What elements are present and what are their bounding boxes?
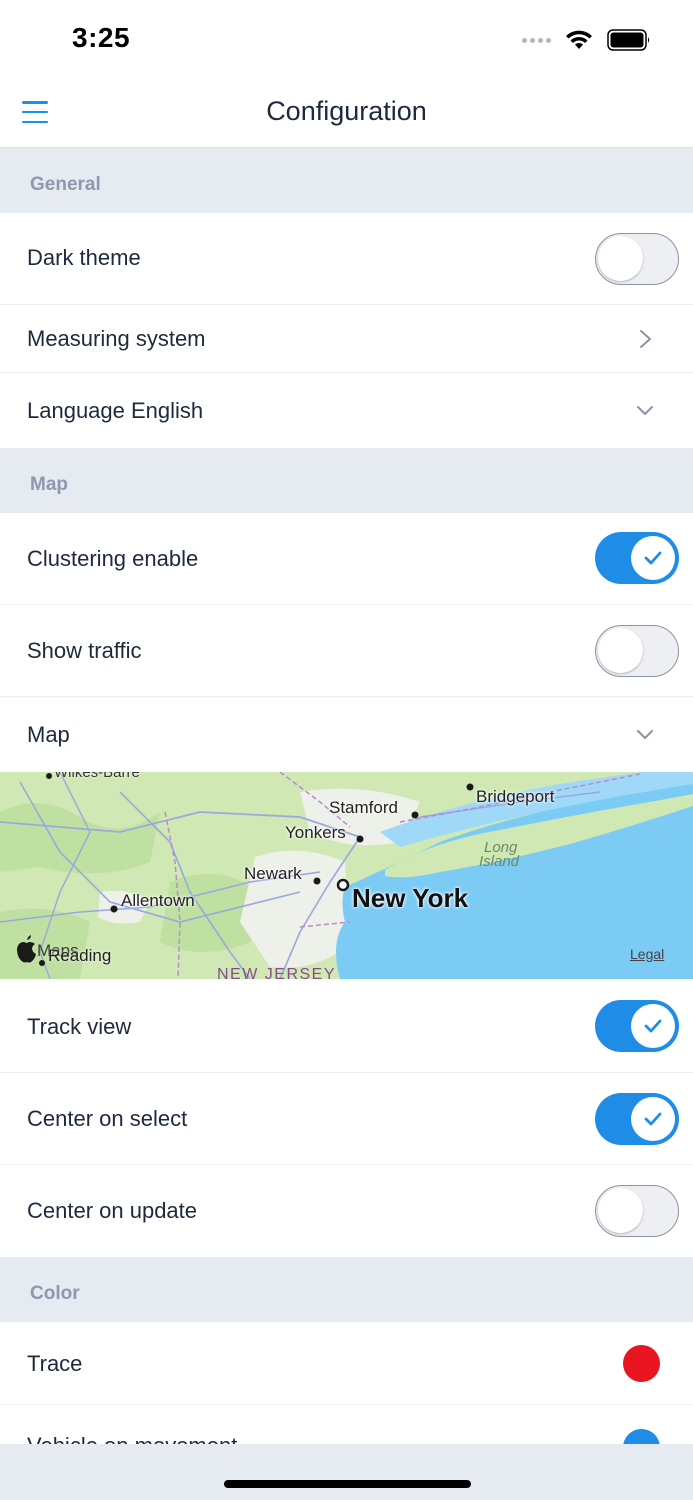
map-label-reading: Reading bbox=[48, 946, 112, 965]
map-label-stamford: Stamford bbox=[329, 798, 398, 817]
center-on-select-toggle[interactable] bbox=[595, 1093, 679, 1145]
setting-row-center-on-update: Center on update bbox=[0, 1165, 693, 1257]
setting-row-center-on-select: Center on select bbox=[0, 1073, 693, 1165]
map-preview[interactable]: Wilkes-Barre Stamford Bridgeport Yonkers… bbox=[0, 772, 693, 979]
home-indicator-area bbox=[0, 1444, 693, 1500]
section-header-map: Map bbox=[0, 448, 693, 513]
show-traffic-toggle[interactable] bbox=[595, 625, 679, 677]
checkmark-icon bbox=[644, 551, 662, 565]
clustering-toggle[interactable] bbox=[595, 532, 679, 584]
map-label-yonkers: Yonkers bbox=[285, 823, 346, 842]
setting-label: Track view bbox=[27, 1014, 132, 1039]
checkmark-icon bbox=[644, 1019, 662, 1033]
track-view-toggle[interactable] bbox=[595, 1000, 679, 1052]
setting-label: Language English bbox=[27, 398, 204, 423]
trace-color-swatch[interactable] bbox=[623, 1345, 660, 1382]
wifi-icon bbox=[566, 30, 592, 49]
dark-theme-toggle[interactable] bbox=[595, 233, 679, 285]
map-label-long-island-2: Island bbox=[479, 853, 520, 870]
setting-row-language[interactable]: Language English bbox=[0, 373, 693, 448]
section-label: General bbox=[30, 174, 101, 195]
setting-label: Center on update bbox=[27, 1198, 198, 1223]
cellular-signal-icon bbox=[522, 37, 551, 43]
status-time: 3:25 bbox=[72, 22, 131, 53]
section-header-general: General bbox=[0, 148, 693, 213]
map-label-new-york: New York bbox=[352, 883, 469, 913]
setting-row-track-view: Track view bbox=[0, 979, 693, 1073]
battery-icon bbox=[607, 29, 650, 51]
map-legal-link[interactable]: Legal bbox=[630, 946, 664, 962]
setting-label: Clustering enable bbox=[27, 546, 199, 571]
checkmark-icon bbox=[644, 1112, 662, 1126]
section-label: Color bbox=[30, 1283, 80, 1304]
setting-label: Measuring system bbox=[27, 326, 206, 351]
setting-row-clustering: Clustering enable bbox=[0, 513, 693, 605]
map-label-bridgeport: Bridgeport bbox=[476, 787, 555, 806]
setting-row-dark-theme: Dark theme bbox=[0, 213, 693, 305]
setting-label: Center on select bbox=[27, 1106, 188, 1131]
map-label-top-city: Wilkes-Barre bbox=[54, 772, 140, 781]
map-label-newark: Newark bbox=[244, 864, 302, 883]
setting-label: Trace bbox=[27, 1351, 83, 1376]
home-indicator[interactable] bbox=[224, 1480, 471, 1488]
setting-row-trace-color[interactable]: Trace bbox=[0, 1322, 693, 1405]
chevron-down-icon bbox=[637, 730, 653, 739]
setting-row-map[interactable]: Map bbox=[0, 697, 693, 772]
setting-label: Dark theme bbox=[27, 245, 141, 270]
map-label-allentown: Allentown bbox=[121, 891, 195, 910]
app-header: Configuration bbox=[0, 76, 693, 148]
chevron-down-icon bbox=[637, 406, 653, 415]
setting-label: Show traffic bbox=[27, 638, 142, 663]
status-indicators bbox=[522, 26, 651, 54]
page-title: Configuration bbox=[266, 96, 427, 126]
chevron-right-icon bbox=[640, 330, 651, 348]
center-on-update-toggle[interactable] bbox=[595, 1185, 679, 1237]
section-header-color: Color bbox=[0, 1257, 693, 1322]
map-label-new-jersey: NEW JERSEY bbox=[217, 966, 337, 979]
setting-label: Map bbox=[27, 722, 70, 747]
status-bar: 3:25 bbox=[0, 0, 693, 76]
setting-row-measuring-system[interactable]: Measuring system bbox=[0, 305, 693, 373]
section-label: Map bbox=[30, 474, 68, 495]
setting-row-show-traffic: Show traffic bbox=[0, 605, 693, 697]
